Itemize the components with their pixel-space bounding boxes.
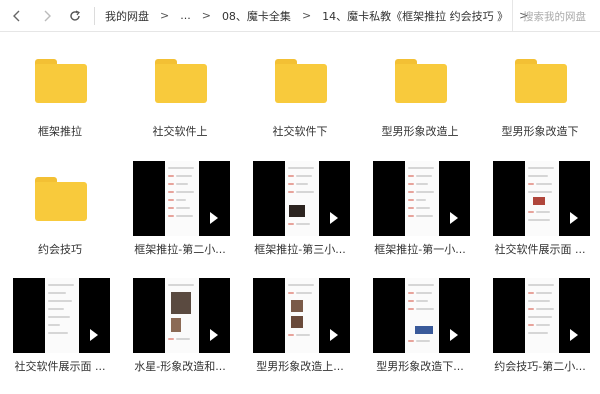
video-thumbnail <box>253 161 350 236</box>
play-icon <box>210 329 218 341</box>
video-thumbnail <box>493 278 590 353</box>
folder-item[interactable]: 型男形象改造上 <box>360 33 480 149</box>
video-item[interactable]: 框架推拉-第三小... <box>240 161 360 277</box>
file-name: 社交软件展示面 ... <box>494 243 586 256</box>
folder-item[interactable]: 社交软件下 <box>240 33 360 149</box>
folder-icon <box>35 59 87 103</box>
toolbar-divider <box>94 6 95 25</box>
breadcrumb-item-collection[interactable]: 08、魔卡全集 <box>222 8 291 24</box>
folder-item[interactable]: 约会技巧 <box>0 151 120 267</box>
play-icon <box>330 212 338 224</box>
play-icon <box>570 212 578 224</box>
chevron-right-icon: > <box>201 9 211 22</box>
file-name: 社交软件展示面 ... <box>14 360 106 373</box>
file-grid: 框架推拉 社交软件上 社交软件下 型男形象改造上 型男形象改造下 约会技巧 框架… <box>0 33 600 391</box>
forward-icon[interactable] <box>36 5 58 27</box>
play-icon <box>330 329 338 341</box>
file-name: 框架推拉-第三小... <box>254 243 346 256</box>
video-item[interactable]: 水星-形象改造和... <box>120 278 240 394</box>
folder-icon <box>35 177 87 221</box>
video-item[interactable]: 框架推拉-第一小... <box>360 161 480 277</box>
folder-icon <box>515 59 567 103</box>
folder-icon <box>395 59 447 103</box>
play-icon <box>450 212 458 224</box>
video-item[interactable]: 框架推拉-第二小... <box>120 161 240 277</box>
toolbar: 我的网盘 > ... > 08、魔卡全集 > 14、魔卡私教《框架推拉 约会技巧… <box>0 0 600 32</box>
file-name: 型男形象改造下 <box>501 125 579 138</box>
file-name: 型男形象改造上 <box>381 125 459 138</box>
chevron-right-icon: > <box>160 9 170 22</box>
file-name: 型男形象改造下... <box>376 360 464 373</box>
play-icon <box>210 212 218 224</box>
breadcrumb-item-home[interactable]: 我的网盘 <box>105 8 149 24</box>
file-name: 社交软件上 <box>152 125 208 138</box>
video-item[interactable]: 型男形象改造下... <box>360 278 480 394</box>
video-thumbnail <box>253 278 350 353</box>
folder-item[interactable]: 社交软件上 <box>120 33 240 149</box>
chevron-right-icon: > <box>301 9 312 22</box>
file-name: 约会技巧-第二小... <box>494 360 586 373</box>
folder-item[interactable]: 框架推拉 <box>0 33 120 149</box>
play-icon <box>90 329 98 341</box>
video-thumbnail <box>373 161 470 236</box>
play-icon <box>570 329 578 341</box>
video-item[interactable]: 约会技巧-第二小... <box>480 278 600 394</box>
play-icon <box>450 329 458 341</box>
file-name: 水星-形象改造和... <box>134 360 226 373</box>
breadcrumb-item-ellipsis[interactable]: ... <box>180 9 191 22</box>
refresh-icon[interactable] <box>64 5 86 27</box>
folder-item[interactable]: 型男形象改造下 <box>480 33 600 149</box>
back-icon[interactable] <box>6 5 28 27</box>
folder-icon <box>155 59 207 103</box>
video-thumbnail <box>373 278 470 353</box>
file-name: 约会技巧 <box>38 243 82 256</box>
file-name: 框架推拉 <box>38 125 82 138</box>
breadcrumb-item-current[interactable]: 14、魔卡私教《框架推拉 约会技巧 》 <box>322 8 508 24</box>
video-item[interactable]: 社交软件展示面 ... <box>480 161 600 277</box>
folder-icon <box>275 59 327 103</box>
video-thumbnail <box>493 161 590 236</box>
file-name: 框架推拉-第一小... <box>374 243 466 256</box>
file-name: 框架推拉-第二小... <box>134 243 226 256</box>
video-thumbnail <box>133 278 230 353</box>
breadcrumb: 我的网盘 > ... > 08、魔卡全集 > 14、魔卡私教《框架推拉 约会技巧… <box>105 8 539 24</box>
file-name: 型男形象改造上... <box>256 360 344 373</box>
video-item[interactable]: 社交软件展示面 ... <box>0 278 120 394</box>
video-thumbnail <box>133 161 230 236</box>
file-name: 社交软件下 <box>272 125 328 138</box>
video-thumbnail <box>13 278 110 353</box>
search-input[interactable]: 搜索我的网盘 <box>512 0 600 32</box>
video-item[interactable]: 型男形象改造上... <box>240 278 360 394</box>
